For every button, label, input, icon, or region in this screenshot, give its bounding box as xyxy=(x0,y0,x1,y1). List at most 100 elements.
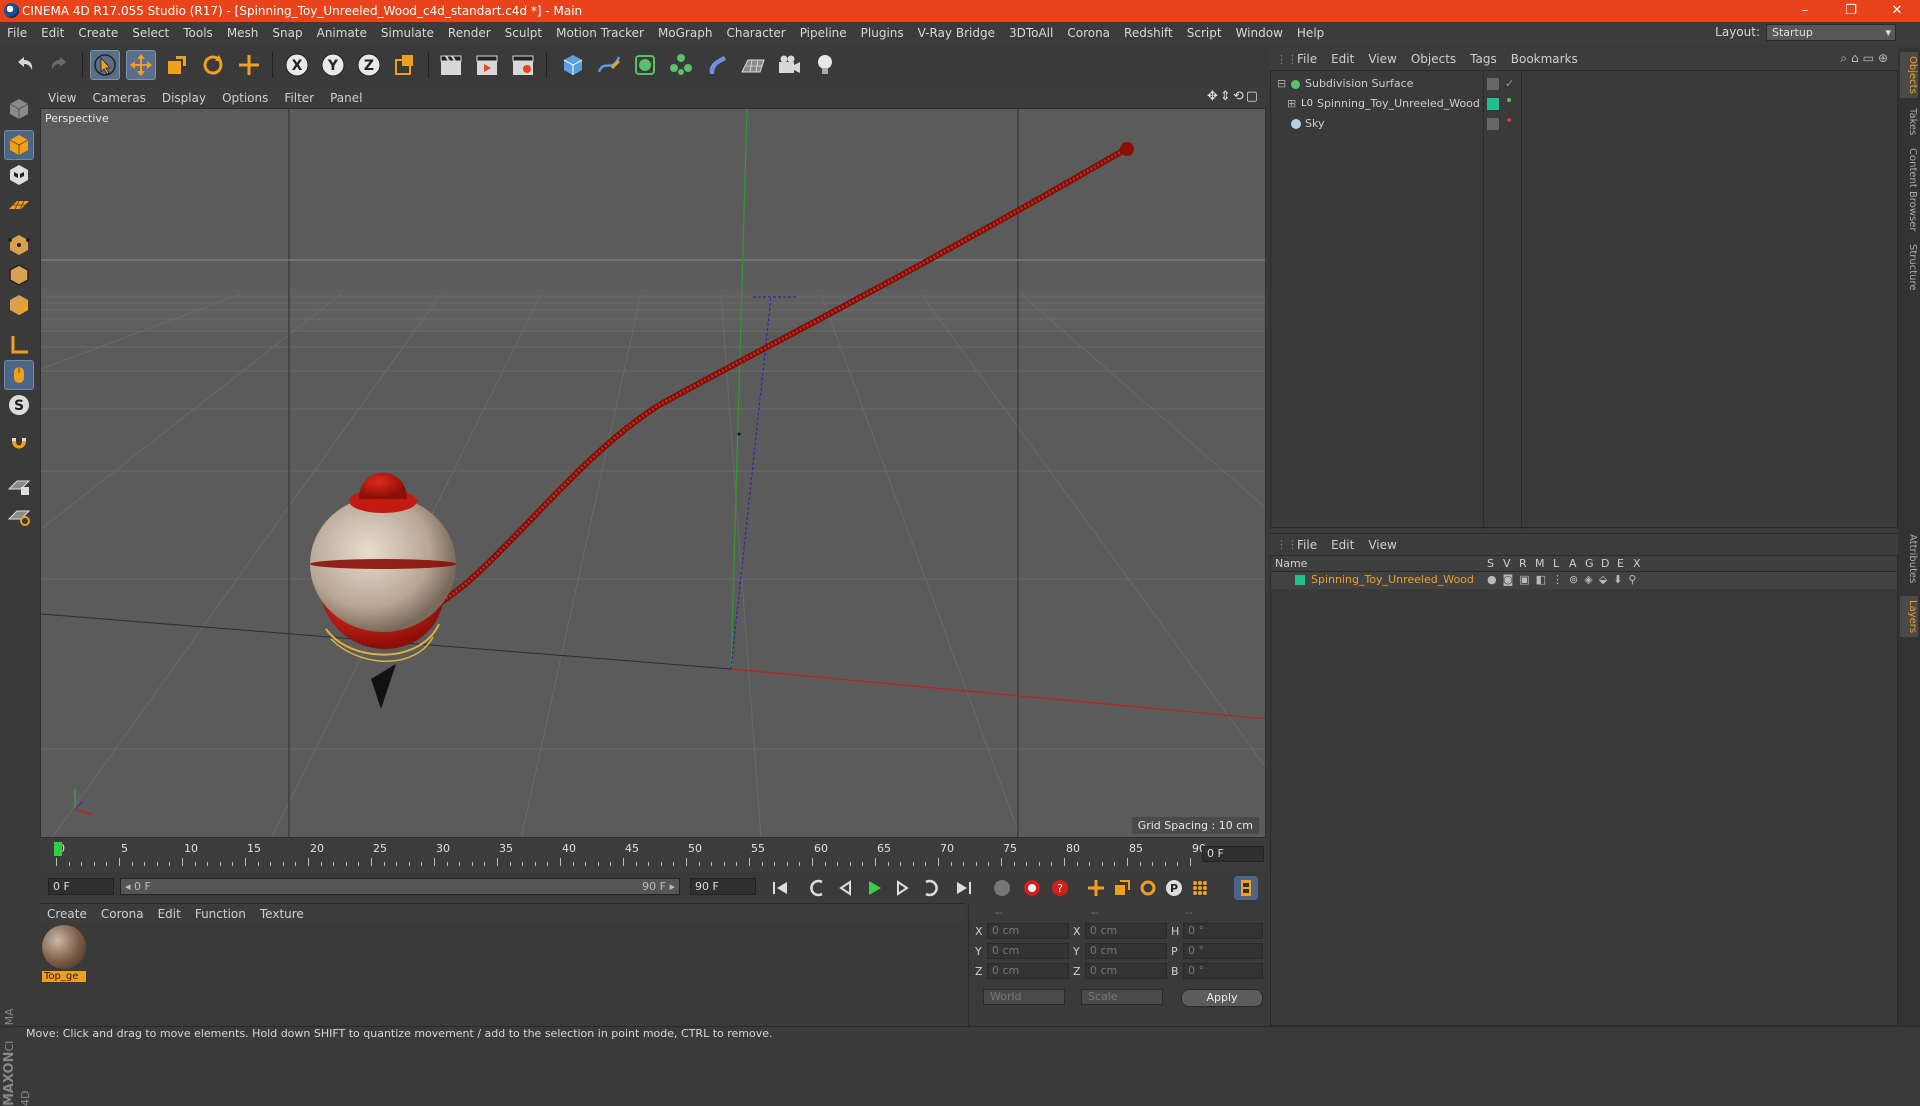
rotation-b-field[interactable]: 0 ° xyxy=(1183,963,1263,979)
previous-key-button[interactable] xyxy=(806,876,830,900)
object-row-sky[interactable]: Sky xyxy=(1271,115,1897,133)
viewport-menu-display[interactable]: Display xyxy=(154,91,214,105)
menu-select[interactable]: Select xyxy=(125,26,176,40)
preview-range-slider[interactable]: ◂ 0 F 90 F ▸ xyxy=(120,878,680,895)
menu-pipeline[interactable]: Pipeline xyxy=(793,26,854,40)
render-settings-button[interactable] xyxy=(508,50,538,80)
make-editable-button[interactable] xyxy=(4,94,34,124)
points-mode-button[interactable] xyxy=(4,230,34,260)
key-position-button[interactable] xyxy=(1084,876,1108,900)
menu-redshift[interactable]: Redshift xyxy=(1117,26,1180,40)
key-parameter-button[interactable]: P xyxy=(1162,876,1186,900)
menu-tools[interactable]: Tools xyxy=(176,26,220,40)
add-subdivision-button[interactable] xyxy=(630,50,660,80)
visibility-dot-icon[interactable] xyxy=(1507,118,1511,122)
tab-content-browser[interactable]: Content Browser xyxy=(1900,144,1918,235)
material-manager[interactable]: Top_ge xyxy=(40,923,964,1026)
locked-workplane-button[interactable] xyxy=(4,470,34,500)
layer-color-swatch[interactable] xyxy=(1295,575,1305,585)
add-deformer-button[interactable] xyxy=(702,50,732,80)
layer-col-manager[interactable]: M xyxy=(1535,557,1545,570)
layers-menu-view[interactable]: View xyxy=(1361,538,1403,552)
visibility-dot-icon[interactable] xyxy=(1507,98,1511,102)
scale-tool-button[interactable] xyxy=(162,50,192,80)
layer-color-icon[interactable] xyxy=(1487,98,1499,110)
menu-mesh[interactable]: Mesh xyxy=(220,26,266,40)
size-z-field[interactable]: 0 cm xyxy=(1085,963,1167,979)
key-rotation-button[interactable] xyxy=(1136,876,1160,900)
go-to-end-button[interactable] xyxy=(952,876,976,900)
axis-mode-button[interactable] xyxy=(4,330,34,360)
position-z-field[interactable]: 0 cm xyxy=(987,963,1069,979)
render-picture-viewer-button[interactable] xyxy=(472,50,502,80)
viewport-menu-cameras[interactable]: Cameras xyxy=(84,91,153,105)
tab-structure[interactable]: Structure xyxy=(1900,240,1918,295)
menu-corona[interactable]: Corona xyxy=(1060,26,1117,40)
layers-menu-edit[interactable]: Edit xyxy=(1324,538,1361,552)
add-cube-button[interactable] xyxy=(558,50,588,80)
solo-mode-button[interactable]: S xyxy=(4,390,34,420)
x-axis-button[interactable]: X xyxy=(282,50,312,80)
objects-menu-file[interactable]: File xyxy=(1290,52,1324,66)
rotation-p-field[interactable]: 0 ° xyxy=(1183,943,1263,959)
layer-col-locked[interactable]: L xyxy=(1553,557,1559,570)
layer-col-solo[interactable]: S xyxy=(1487,557,1494,570)
object-row-spinning-toy[interactable]: ⊞ L0 Spinning_Toy_Unreeled_Wood xyxy=(1271,95,1897,113)
material-menu-texture[interactable]: Texture xyxy=(253,907,311,921)
enabled-check-icon[interactable]: ✓ xyxy=(1505,75,1514,93)
layer-swatch-icon[interactable] xyxy=(1487,78,1499,90)
timeline-ruler[interactable]: 051015202530354045505560657075808590 0 F xyxy=(40,838,1266,872)
layer-row[interactable]: Spinning_Toy_Unreeled_Wood ●◙▣◧⋮⊚◈⬙⬇⚲ xyxy=(1271,572,1897,589)
tab-objects[interactable]: Objects xyxy=(1900,52,1918,98)
recent-tool-button[interactable] xyxy=(234,50,264,80)
tab-layers[interactable]: Layers xyxy=(1900,596,1918,638)
objects-menu-objects[interactable]: Objects xyxy=(1404,52,1463,66)
menu-motion-tracker[interactable]: Motion Tracker xyxy=(549,26,651,40)
add-light-button[interactable] xyxy=(810,50,840,80)
layer-col-name[interactable]: Name xyxy=(1275,557,1307,570)
size-mode-dropdown[interactable]: Scale xyxy=(1081,989,1163,1005)
coordinate-space-dropdown[interactable]: World xyxy=(983,989,1065,1005)
menu-plugins[interactable]: Plugins xyxy=(854,26,911,40)
position-x-field[interactable]: 0 cm xyxy=(987,923,1069,939)
edges-mode-button[interactable] xyxy=(4,260,34,290)
layer-col-xref[interactable]: X xyxy=(1633,557,1641,570)
menu-snap[interactable]: Snap xyxy=(265,26,309,40)
perspective-viewport[interactable]: Perspective Grid Spacing : 10 cm xyxy=(40,108,1266,838)
layer-col-deformers[interactable]: D xyxy=(1601,557,1609,570)
snap-button[interactable] xyxy=(4,430,34,460)
next-frame-button[interactable] xyxy=(890,876,914,900)
polygons-mode-button[interactable] xyxy=(4,290,34,320)
redo-button[interactable] xyxy=(44,50,74,80)
current-frame-field[interactable]: 0 F xyxy=(1202,846,1264,862)
collapse-icon[interactable]: ⊟ xyxy=(1277,75,1286,93)
layer-col-view[interactable]: V xyxy=(1503,557,1511,570)
layer-col-animation[interactable]: A xyxy=(1569,557,1577,570)
expand-icon[interactable]: ⊞ xyxy=(1287,95,1296,113)
close-button[interactable]: ✕ xyxy=(1874,0,1920,22)
autokey-button[interactable] xyxy=(1020,876,1044,900)
layer-name[interactable]: Spinning_Toy_Unreeled_Wood xyxy=(1311,573,1474,586)
objects-menu-tags[interactable]: Tags xyxy=(1463,52,1504,66)
viewport-menu-options[interactable]: Options xyxy=(214,91,276,105)
material-menu-edit[interactable]: Edit xyxy=(151,907,188,921)
viewport-menu-view[interactable]: View xyxy=(40,91,84,105)
timeline-track[interactable]: 051015202530354045505560657075808590 xyxy=(48,842,1206,868)
menu-script[interactable]: Script xyxy=(1180,26,1229,40)
layer-toggle-icons[interactable]: ●◙▣◧⋮⊚◈⬙⬇⚲ xyxy=(1487,573,1642,586)
planar-workplane-button[interactable] xyxy=(4,500,34,530)
menu-edit[interactable]: Edit xyxy=(34,26,71,40)
key-pla-button[interactable] xyxy=(1188,876,1212,900)
menu-mograph[interactable]: MoGraph xyxy=(651,26,720,40)
y-axis-button[interactable]: Y xyxy=(318,50,348,80)
timeline-window-button[interactable] xyxy=(1234,876,1258,900)
play-button[interactable] xyxy=(862,876,886,900)
material-menu-function[interactable]: Function xyxy=(188,907,253,921)
z-axis-button[interactable]: Z xyxy=(354,50,384,80)
workplane-mode-button[interactable] xyxy=(4,190,34,220)
live-selection-button[interactable] xyxy=(90,50,120,80)
material-menu-corona[interactable]: Corona xyxy=(94,907,151,921)
layer-col-generators[interactable]: G xyxy=(1585,557,1594,570)
rotate-tool-button[interactable] xyxy=(198,50,228,80)
object-manager[interactable]: ⊟ Subdivision Surface ✓ ⊞ L0 Spinning_To… xyxy=(1270,70,1898,529)
